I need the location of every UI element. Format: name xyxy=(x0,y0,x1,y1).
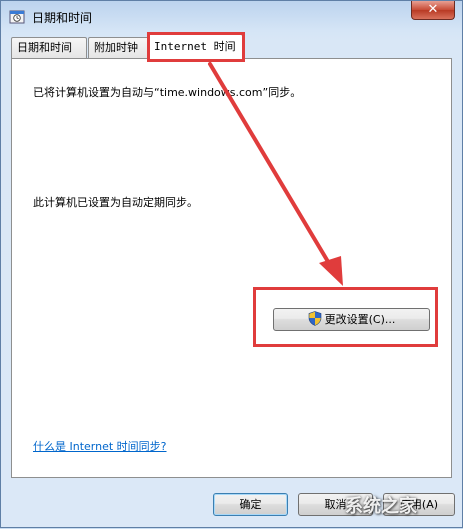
sync-server-text: 已将计算机设置为自动与“time.windows.com”同步。 xyxy=(33,86,302,99)
ok-button[interactable]: 确定 xyxy=(213,493,288,516)
tab-additional-clocks[interactable]: 附加时钟 xyxy=(88,37,149,58)
tab-highlight-box xyxy=(147,32,245,62)
watermark-logo: 系统之家 xyxy=(345,496,417,517)
date-time-dialog: 日期和时间 ✕ 日期和时间 附加时钟 Internet 时间 已将计算机设置为自… xyxy=(0,0,463,528)
window-title: 日期和时间 xyxy=(32,11,93,25)
clock-icon xyxy=(9,8,25,24)
close-button[interactable]: ✕ xyxy=(411,1,455,20)
close-icon: ✕ xyxy=(427,2,439,17)
tab-content-panel: 已将计算机设置为自动与“time.windows.com”同步。 此计算机已设置… xyxy=(11,58,452,478)
auto-sync-text: 此计算机已设置为自动定期同步。 xyxy=(33,196,198,209)
title-bar[interactable]: 日期和时间 ✕ xyxy=(1,1,462,31)
internet-time-help-link[interactable]: 什么是 Internet 时间同步? xyxy=(33,438,167,454)
tab-date-time[interactable]: 日期和时间 xyxy=(11,37,87,58)
button-highlight-box xyxy=(253,287,438,347)
